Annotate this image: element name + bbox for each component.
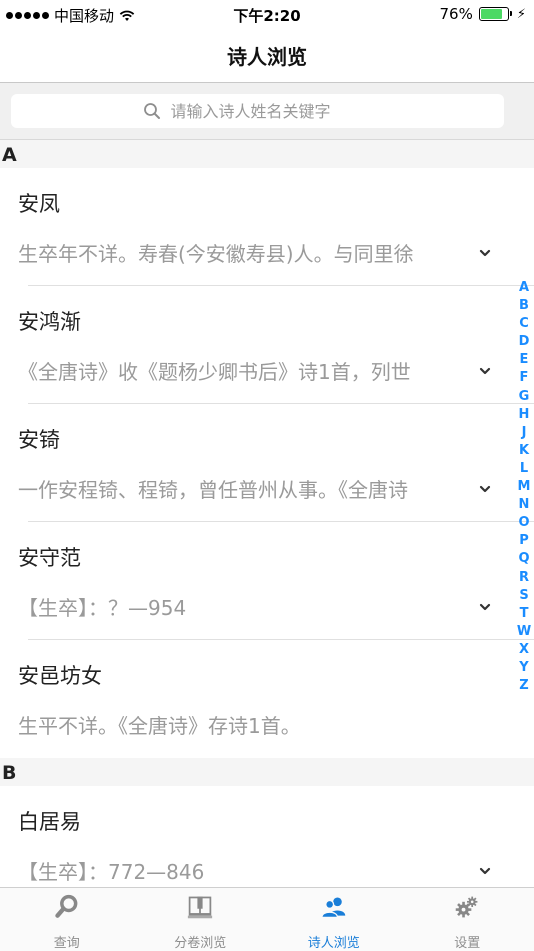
index-letter[interactable]: B bbox=[519, 297, 529, 315]
index-letter[interactable]: Q bbox=[518, 550, 529, 568]
poet-description: 【生卒】：772—846 bbox=[18, 856, 468, 885]
index-letter[interactable]: S bbox=[519, 587, 528, 605]
gears-icon bbox=[452, 894, 482, 920]
page-title: 诗人浏览 bbox=[0, 41, 534, 70]
poet-list[interactable]: A安凤生卒年不详。寿春(今安徽寿县)人。与同里徐安鸿渐《全唐诗》收《题杨少卿书后… bbox=[0, 140, 534, 887]
poet-name: 白居易 bbox=[18, 806, 81, 836]
index-letter[interactable]: X bbox=[519, 641, 529, 659]
tab-label: 查询 bbox=[54, 932, 80, 951]
status-right: 76% ⚡ bbox=[440, 5, 526, 23]
index-letter[interactable]: C bbox=[519, 315, 529, 333]
index-letter[interactable]: Z bbox=[519, 677, 528, 695]
expand-chevron-icon[interactable] bbox=[478, 866, 492, 876]
tab-bar: 查询 分卷浏览 诗人浏览 bbox=[0, 887, 534, 951]
index-letter[interactable]: O bbox=[518, 514, 529, 532]
tab-label: 诗人浏览 bbox=[308, 932, 360, 951]
section-index-bar[interactable]: ABCDEFGHJKLMNOPQRSTWXYZ bbox=[515, 279, 533, 695]
index-letter[interactable]: H bbox=[519, 406, 530, 424]
index-letter[interactable]: G bbox=[519, 388, 530, 406]
poet-description: 【生卒】：？—954 bbox=[18, 592, 468, 621]
section-header: A bbox=[0, 140, 534, 168]
poet-description: 生平不详。《全唐诗》存诗1首。 bbox=[18, 710, 468, 739]
tab-poet-browse[interactable]: 诗人浏览 bbox=[267, 888, 401, 951]
index-letter[interactable]: N bbox=[519, 496, 530, 514]
index-letter[interactable]: P bbox=[519, 532, 529, 550]
poet-name: 安凤 bbox=[18, 188, 60, 218]
poet-row[interactable]: 安邑坊女生平不详。《全唐诗》存诗1首。 bbox=[0, 640, 534, 758]
index-letter[interactable]: E bbox=[520, 351, 529, 369]
index-letter[interactable]: R bbox=[519, 569, 529, 587]
expand-chevron-icon[interactable] bbox=[478, 366, 492, 376]
poet-description: 生卒年不详。寿春(今安徽寿县)人。与同里徐 bbox=[18, 238, 468, 267]
search-box[interactable] bbox=[11, 94, 504, 128]
index-letter[interactable]: D bbox=[519, 333, 530, 351]
index-letter[interactable]: T bbox=[520, 605, 529, 623]
tab-settings[interactable]: 设置 bbox=[401, 888, 534, 951]
index-letter[interactable]: W bbox=[517, 623, 531, 641]
people-icon bbox=[319, 894, 349, 920]
index-letter[interactable]: L bbox=[520, 460, 528, 478]
poet-name: 安鸿渐 bbox=[18, 306, 81, 336]
navigation-bar: 诗人浏览 bbox=[0, 28, 534, 83]
poet-name: 安邑坊女 bbox=[18, 660, 102, 690]
index-letter[interactable]: J bbox=[522, 424, 527, 442]
tab-label: 分卷浏览 bbox=[174, 932, 226, 951]
search-input[interactable] bbox=[169, 101, 373, 122]
magnifier-icon bbox=[52, 894, 82, 920]
battery-percent: 76% bbox=[440, 5, 473, 23]
search-icon bbox=[143, 102, 161, 120]
charging-icon: ⚡ bbox=[517, 7, 526, 22]
tab-volume-browse[interactable]: 分卷浏览 bbox=[134, 888, 268, 951]
expand-chevron-icon[interactable] bbox=[478, 484, 492, 494]
poet-name: 安锜 bbox=[18, 424, 60, 454]
index-letter[interactable]: F bbox=[520, 369, 529, 387]
poet-row[interactable]: 白居易【生卒】：772—846 bbox=[0, 786, 534, 887]
battery-fill bbox=[481, 9, 502, 19]
tab-label: 设置 bbox=[454, 932, 480, 951]
index-letter[interactable]: Y bbox=[519, 659, 528, 677]
index-letter[interactable]: A bbox=[519, 279, 529, 297]
tab-search[interactable]: 查询 bbox=[0, 888, 134, 951]
index-letter[interactable]: M bbox=[518, 478, 531, 496]
status-bar: 中国移动 下午2:20 76% ⚡ bbox=[0, 0, 534, 28]
section-header: B bbox=[0, 758, 534, 786]
expand-chevron-icon[interactable] bbox=[478, 602, 492, 612]
battery-icon bbox=[479, 7, 509, 21]
poet-description: 一作安程锜、程锜，曾任普州从事。《全唐诗 bbox=[18, 474, 468, 503]
poet-row[interactable]: 安凤生卒年不详。寿春(今安徽寿县)人。与同里徐 bbox=[0, 168, 534, 286]
book-icon bbox=[185, 894, 215, 920]
poet-description: 《全唐诗》收《题杨少卿书后》诗1首，列世 bbox=[18, 356, 468, 385]
poet-name: 安守范 bbox=[18, 542, 81, 572]
index-letter[interactable]: K bbox=[519, 442, 529, 460]
poet-row[interactable]: 安鸿渐《全唐诗》收《题杨少卿书后》诗1首，列世 bbox=[0, 286, 534, 404]
poet-row[interactable]: 安守范【生卒】：？—954 bbox=[0, 522, 534, 640]
expand-chevron-icon[interactable] bbox=[478, 248, 492, 258]
poet-row[interactable]: 安锜一作安程锜、程锜，曾任普州从事。《全唐诗 bbox=[0, 404, 534, 522]
search-bar-container bbox=[0, 83, 534, 140]
